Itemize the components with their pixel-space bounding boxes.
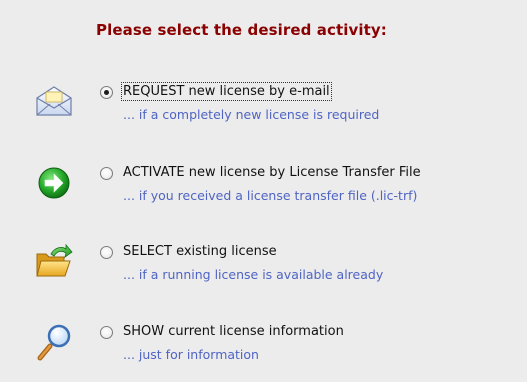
arrow-right-circle-icon bbox=[34, 163, 74, 203]
select-license-label[interactable]: SELECT existing license bbox=[123, 244, 277, 259]
option-select-license[interactable]: SELECT existing license ... if a running… bbox=[0, 242, 527, 302]
envelope-icon bbox=[34, 82, 74, 122]
select-license-hint: ... if a running license is available al… bbox=[123, 267, 384, 282]
activate-license-label[interactable]: ACTIVATE new license by License Transfer… bbox=[123, 165, 421, 180]
activate-license-hint: ... if you received a license transfer f… bbox=[123, 188, 418, 203]
activity-selection-panel: Please select the desired activity: REQU… bbox=[0, 0, 527, 378]
option-request-license[interactable]: REQUEST new license by e-mail ... if a c… bbox=[0, 82, 527, 142]
activate-license-radio[interactable] bbox=[100, 167, 113, 180]
option-show-license[interactable]: SHOW current license information ... jus… bbox=[0, 322, 527, 382]
magnifier-icon bbox=[34, 322, 74, 362]
request-license-radio[interactable] bbox=[100, 86, 113, 99]
select-license-radio[interactable] bbox=[100, 246, 113, 259]
show-license-hint: ... just for information bbox=[123, 347, 259, 362]
request-license-hint: ... if a completely new license is requi… bbox=[123, 107, 380, 122]
option-activate-license[interactable]: ACTIVATE new license by License Transfer… bbox=[0, 163, 527, 223]
page-title: Please select the desired activity: bbox=[96, 21, 387, 39]
show-license-label[interactable]: SHOW current license information bbox=[123, 324, 344, 339]
request-license-label[interactable]: REQUEST new license by e-mail bbox=[121, 82, 332, 101]
show-license-radio[interactable] bbox=[100, 326, 113, 339]
folder-arrow-icon bbox=[34, 242, 74, 282]
